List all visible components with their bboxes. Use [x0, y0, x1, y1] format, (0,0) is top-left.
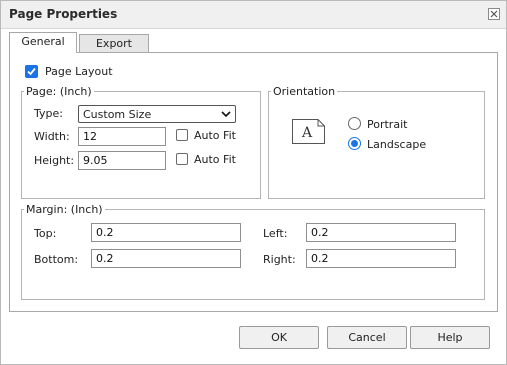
orientation-group-legend: Orientation — [273, 85, 336, 98]
cancel-button[interactable]: Cancel — [327, 326, 407, 349]
margin-group-legend: Margin: (Inch) — [26, 203, 103, 216]
tab-export[interactable]: Export — [79, 34, 149, 53]
portrait-label: Portrait — [367, 118, 408, 131]
margin-top-input[interactable]: 0.2 — [91, 223, 241, 242]
type-label: Type: — [34, 107, 63, 120]
margin-left-label: Left: — [263, 227, 288, 240]
tab-general[interactable]: General — [9, 32, 77, 53]
height-autofit-label: Auto Fit — [194, 153, 236, 166]
height-label: Height: — [34, 154, 75, 167]
height-autofit-checkbox[interactable] — [176, 153, 188, 165]
checkmark-icon — [27, 67, 36, 76]
landscape-radio[interactable] — [348, 137, 361, 150]
margin-bottom-input[interactable]: 0.2 — [91, 249, 241, 268]
portrait-radio[interactable] — [348, 117, 361, 130]
orientation-icon-letter: A — [301, 125, 313, 141]
close-button[interactable] — [488, 8, 500, 20]
landscape-page-icon: A — [292, 119, 325, 144]
width-autofit-checkbox[interactable] — [176, 129, 188, 141]
width-autofit-label: Auto Fit — [194, 129, 236, 142]
margin-bottom-label: Bottom: — [34, 253, 79, 266]
page-type-select[interactable]: Custom Size — [78, 105, 236, 123]
ok-button[interactable]: OK — [239, 326, 319, 349]
title-bar: Page Properties — [1, 1, 506, 29]
chevron-down-icon — [221, 111, 231, 118]
page-layout-label: Page Layout — [45, 65, 113, 78]
close-icon — [490, 10, 498, 18]
landscape-label: Landscape — [367, 138, 427, 151]
margin-right-label: Right: — [263, 253, 296, 266]
page-layout-checkbox[interactable] — [25, 65, 38, 78]
height-input[interactable]: 9.05 — [78, 151, 166, 170]
page-group-legend: Page: (Inch) — [26, 85, 92, 98]
dialog-title: Page Properties — [9, 7, 118, 21]
help-button[interactable]: Help — [410, 326, 490, 349]
margin-left-input[interactable]: 0.2 — [306, 223, 456, 242]
page-type-value: Custom Size — [83, 108, 152, 121]
margin-top-label: Top: — [34, 227, 57, 240]
margin-right-input[interactable]: 0.2 — [306, 249, 456, 268]
width-input[interactable]: 12 — [78, 127, 166, 146]
width-label: Width: — [34, 130, 70, 143]
